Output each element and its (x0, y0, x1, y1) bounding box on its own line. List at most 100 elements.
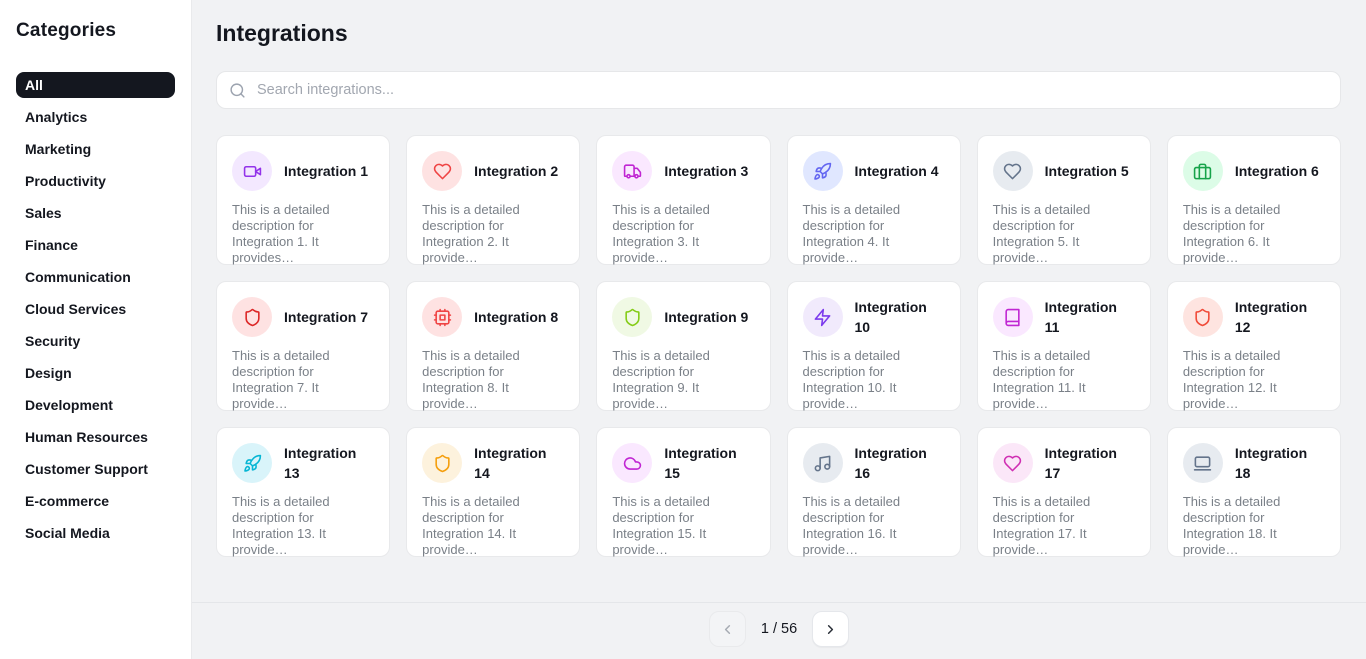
integration-card[interactable]: Integration 9 This is a detailed descrip… (596, 281, 770, 411)
card-header: Integration 13 (232, 443, 374, 483)
integration-card[interactable]: Integration 12 This is a detailed descri… (1167, 281, 1341, 411)
integration-title: Integration 3 (664, 161, 748, 181)
sidebar-item-e-commerce[interactable]: E-commerce (16, 488, 175, 514)
shield-icon (1183, 297, 1223, 337)
integration-title: Integration 4 (855, 161, 939, 181)
card-header: Integration 10 (803, 297, 945, 337)
card-header: Integration 18 (1183, 443, 1325, 483)
integration-title: Integration 6 (1235, 161, 1319, 181)
page-indicator: 1 / 56 (761, 621, 797, 637)
integration-title: Integration 7 (284, 307, 368, 327)
integration-card[interactable]: Integration 13 This is a detailed descri… (216, 427, 390, 557)
integration-card[interactable]: Integration 18 This is a detailed descri… (1167, 427, 1341, 557)
card-header: Integration 6 (1183, 151, 1325, 191)
integration-title: Integration 15 (664, 443, 736, 483)
card-header: Integration 5 (993, 151, 1135, 191)
laptop-icon (1183, 443, 1223, 483)
integration-title: Integration 9 (664, 307, 748, 327)
integration-description: This is a detailed description for Integ… (612, 348, 754, 412)
shield-icon (612, 297, 652, 337)
card-header: Integration 15 (612, 443, 754, 483)
integration-description: This is a detailed description for Integ… (993, 202, 1135, 266)
integration-title: Integration 13 (284, 443, 356, 483)
integration-card[interactable]: Integration 4 This is a detailed descrip… (787, 135, 961, 265)
shield-icon (232, 297, 272, 337)
integration-card[interactable]: Integration 1 This is a detailed descrip… (216, 135, 390, 265)
sidebar-item-communication[interactable]: Communication (16, 264, 175, 290)
cpu-icon (422, 297, 462, 337)
sidebar-item-marketing[interactable]: Marketing (16, 136, 175, 162)
card-header: Integration 17 (993, 443, 1135, 483)
cloud-icon (612, 443, 652, 483)
rocket-icon (232, 443, 272, 483)
integration-description: This is a detailed description for Integ… (232, 494, 374, 558)
integration-title: Integration 2 (474, 161, 558, 181)
sidebar-item-all[interactable]: All (16, 72, 175, 98)
next-page-button[interactable] (812, 611, 849, 647)
sidebar-item-security[interactable]: Security (16, 328, 175, 354)
search-icon (229, 82, 246, 99)
integration-description: This is a detailed description for Integ… (803, 494, 945, 558)
zap-icon (803, 297, 843, 337)
sidebar-item-analytics[interactable]: Analytics (16, 104, 175, 130)
integration-title: Integration 10 (855, 297, 927, 337)
integration-title: Integration 1 (284, 161, 368, 181)
chevron-left-icon (720, 622, 735, 637)
integration-card[interactable]: Integration 11 This is a detailed descri… (977, 281, 1151, 411)
integration-title: Integration 16 (855, 443, 927, 483)
integration-title: Integration 12 (1235, 297, 1307, 337)
integration-card[interactable]: Integration 7 This is a detailed descrip… (216, 281, 390, 411)
card-header: Integration 8 (422, 297, 564, 337)
integration-title: Integration 5 (1045, 161, 1129, 181)
integrations-grid: Integration 1 This is a detailed descrip… (216, 135, 1341, 557)
integration-description: This is a detailed description for Integ… (422, 348, 564, 412)
card-header: Integration 12 (1183, 297, 1325, 337)
search-box[interactable] (216, 71, 1341, 109)
sidebar-item-customer-support[interactable]: Customer Support (16, 456, 175, 482)
integration-title: Integration 18 (1235, 443, 1307, 483)
sidebar: Categories AllAnalyticsMarketingProducti… (0, 0, 192, 659)
integration-description: This is a detailed description for Integ… (993, 348, 1135, 412)
card-header: Integration 4 (803, 151, 945, 191)
integration-card[interactable]: Integration 17 This is a detailed descri… (977, 427, 1151, 557)
shield-icon (422, 443, 462, 483)
integration-card[interactable]: Integration 10 This is a detailed descri… (787, 281, 961, 411)
integration-card[interactable]: Integration 14 This is a detailed descri… (406, 427, 580, 557)
integration-description: This is a detailed description for Integ… (803, 202, 945, 266)
truck-icon (612, 151, 652, 191)
sidebar-item-productivity[interactable]: Productivity (16, 168, 175, 194)
card-header: Integration 1 (232, 151, 374, 191)
sidebar-item-development[interactable]: Development (16, 392, 175, 418)
card-header: Integration 11 (993, 297, 1135, 337)
integration-description: This is a detailed description for Integ… (612, 202, 754, 266)
integration-description: This is a detailed description for Integ… (803, 348, 945, 412)
card-header: Integration 9 (612, 297, 754, 337)
integration-card[interactable]: Integration 3 This is a detailed descrip… (596, 135, 770, 265)
integration-card[interactable]: Integration 15 This is a detailed descri… (596, 427, 770, 557)
heart-icon (993, 443, 1033, 483)
previous-page-button[interactable] (709, 611, 746, 647)
integration-card[interactable]: Integration 2 This is a detailed descrip… (406, 135, 580, 265)
sidebar-item-cloud-services[interactable]: Cloud Services (16, 296, 175, 322)
integration-card[interactable]: Integration 8 This is a detailed descrip… (406, 281, 580, 411)
integration-description: This is a detailed description for Integ… (232, 202, 374, 266)
sidebar-item-social-media[interactable]: Social Media (16, 520, 175, 546)
book-icon (993, 297, 1033, 337)
card-header: Integration 7 (232, 297, 374, 337)
integration-card[interactable]: Integration 16 This is a detailed descri… (787, 427, 961, 557)
card-header: Integration 14 (422, 443, 564, 483)
integration-description: This is a detailed description for Integ… (232, 348, 374, 412)
integration-card[interactable]: Integration 5 This is a detailed descrip… (977, 135, 1151, 265)
sidebar-item-sales[interactable]: Sales (16, 200, 175, 226)
main-content: Integrations Integration 1 This is a det… (192, 0, 1366, 659)
search-input[interactable] (255, 81, 1328, 99)
sidebar-item-design[interactable]: Design (16, 360, 175, 386)
integration-description: This is a detailed description for Integ… (1183, 202, 1325, 266)
integration-description: This is a detailed description for Integ… (422, 494, 564, 558)
briefcase-icon (1183, 151, 1223, 191)
sidebar-item-finance[interactable]: Finance (16, 232, 175, 258)
card-header: Integration 16 (803, 443, 945, 483)
integration-card[interactable]: Integration 6 This is a detailed descrip… (1167, 135, 1341, 265)
pagination: 1 / 56 (192, 602, 1366, 659)
sidebar-item-human-resources[interactable]: Human Resources (16, 424, 175, 450)
